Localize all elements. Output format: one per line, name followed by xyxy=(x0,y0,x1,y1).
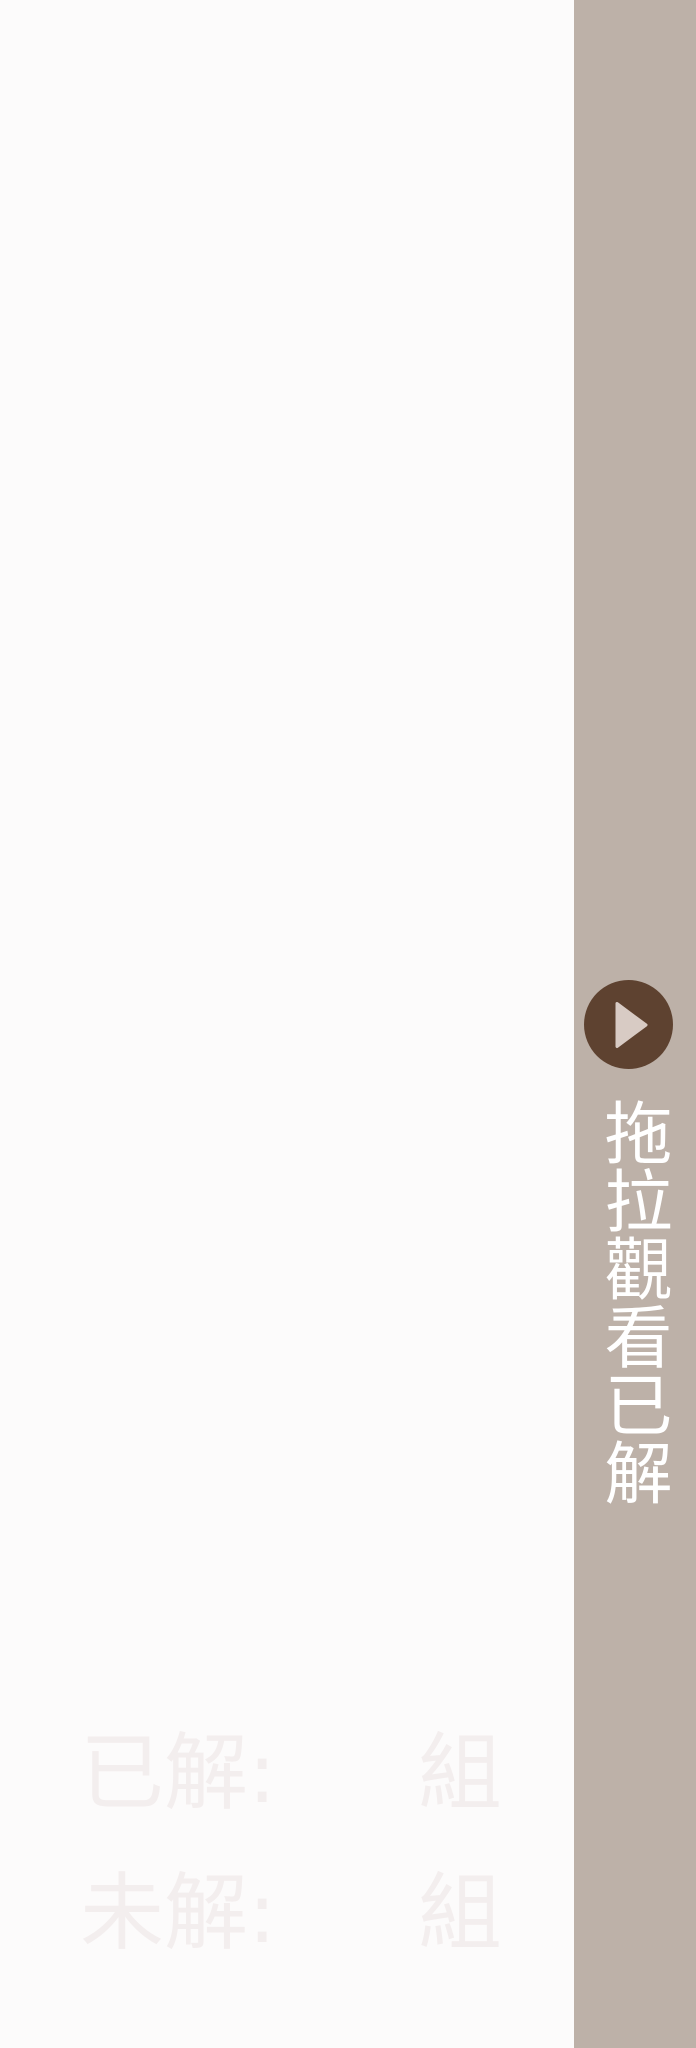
unsolved-unit: 組 xyxy=(418,1864,503,1962)
solved-label: 已解: xyxy=(80,1724,277,1822)
play-button[interactable] xyxy=(584,980,673,1069)
main-content: 已解: 組 未解: 組 xyxy=(0,0,574,2048)
solved-unit: 組 xyxy=(418,1724,503,1822)
drag-to-view-solved-label: 拖拉觀看已解 xyxy=(592,1098,671,1506)
unsolved-label: 未解: xyxy=(80,1864,277,1962)
play-triangle-icon xyxy=(615,1002,648,1048)
unsolved-stat: 未解: 組 xyxy=(80,1864,503,1962)
drag-to-view-solved-panel[interactable]: 拖拉觀看已解 xyxy=(574,0,696,2048)
solved-stat: 已解: 組 xyxy=(80,1724,503,1822)
